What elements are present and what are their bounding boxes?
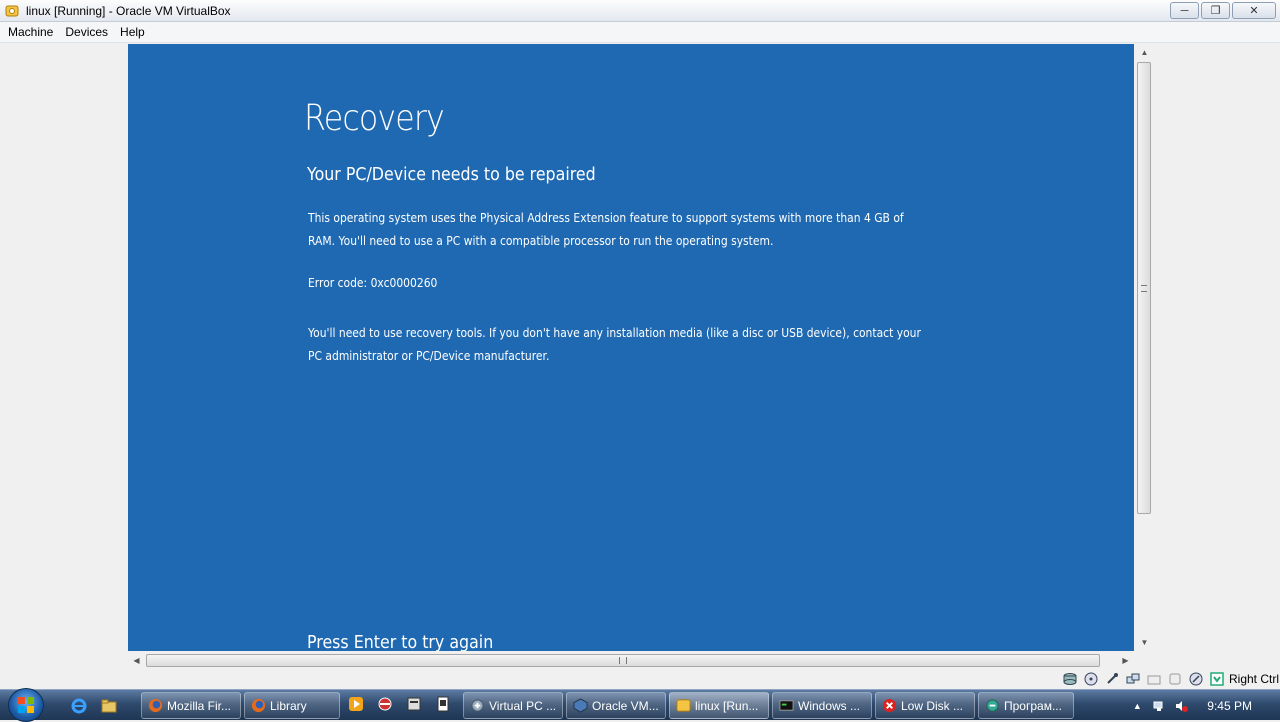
- firefox-icon: [147, 698, 163, 714]
- console-icon: [778, 698, 794, 714]
- task-label: Virtual PC ...: [489, 698, 557, 713]
- internet-explorer-icon[interactable]: [66, 694, 92, 717]
- grip-icon: [1141, 285, 1147, 292]
- system-tray: ▲ 9:45 PM: [1129, 690, 1280, 721]
- recovery-title: Recovery: [304, 98, 445, 139]
- show-hidden-icons-icon[interactable]: ▲: [1129, 698, 1145, 714]
- menu-devices[interactable]: Devices: [59, 22, 114, 43]
- task-label: Windows ...: [798, 698, 861, 713]
- task-label: Library: [270, 698, 307, 713]
- shared-folder-icon[interactable]: [1145, 670, 1163, 688]
- task-low-disk[interactable]: Low Disk ...: [875, 692, 975, 719]
- taskbar: Mozilla Fir... Library Virtual PC ... Or…: [0, 688, 1280, 722]
- window-title: linux [Running] - Oracle VM VirtualBox: [26, 3, 231, 18]
- task-virtual-pc[interactable]: Virtual PC ...: [463, 692, 563, 719]
- recovery-tools-message: You'll need to use recovery tools. If yo…: [308, 325, 921, 363]
- vm-screen[interactable]: Recovery Your PC/Device needs to be repa…: [128, 44, 1134, 651]
- app-window-icon[interactable]: [401, 692, 427, 715]
- scroll-up-icon[interactable]: ▲: [1136, 44, 1153, 61]
- clock[interactable]: 9:45 PM: [1207, 699, 1252, 713]
- start-button[interactable]: [8, 688, 44, 722]
- scroll-right-icon[interactable]: ▶: [1117, 652, 1134, 669]
- virtualbox-icon: [572, 698, 588, 714]
- minimize-button[interactable]: ─: [1170, 2, 1199, 19]
- task-oracle-vm[interactable]: Oracle VM...: [566, 692, 666, 719]
- restore-button[interactable]: ❐: [1201, 2, 1230, 19]
- grip-icon: [619, 657, 627, 664]
- press-enter-prompt: Press Enter to try again: [307, 632, 494, 651]
- host-key-label: Right Ctrl: [1228, 672, 1279, 686]
- close-button[interactable]: ✕: [1232, 2, 1276, 19]
- task-label: Oracle VM...: [592, 698, 659, 713]
- virtualbox-icon: [4, 3, 20, 19]
- app-notepad-icon[interactable]: [430, 692, 456, 715]
- scroll-left-icon[interactable]: ◀: [128, 652, 145, 669]
- capture-icon[interactable]: [1166, 670, 1184, 688]
- windows-logo-icon: [18, 697, 34, 713]
- vm-statusbar: Right Ctrl: [0, 669, 1280, 689]
- window-titlebar: linux [Running] - Oracle VM VirtualBox ─…: [0, 0, 1280, 22]
- task-library[interactable]: Library: [244, 692, 340, 719]
- host-key-icon[interactable]: [1208, 670, 1226, 688]
- media-player-icon[interactable]: [343, 692, 369, 715]
- hard-disk-icon[interactable]: [1061, 670, 1079, 688]
- menu-bar: Machine Devices Help: [0, 22, 1280, 43]
- scroll-down-icon[interactable]: ▼: [1136, 634, 1153, 651]
- task-label: Програм...: [1004, 698, 1062, 713]
- virtualbox-vm-icon: [675, 698, 691, 714]
- virtualpc-icon: [469, 698, 485, 714]
- task-mozilla-firefox[interactable]: Mozilla Fir...: [141, 692, 241, 719]
- network-icon[interactable]: [1124, 670, 1142, 688]
- volume-muted-icon[interactable]: [1173, 698, 1189, 714]
- horizontal-scrollbar[interactable]: ◀ ▶: [128, 652, 1134, 669]
- task-label: linux [Run...: [695, 698, 759, 713]
- task-programs[interactable]: Програм...: [978, 692, 1074, 719]
- task-label: Low Disk ...: [901, 698, 964, 713]
- vertical-scroll-thumb[interactable]: [1137, 62, 1151, 514]
- optical-drive-icon[interactable]: [1082, 670, 1100, 688]
- usb-icon[interactable]: [1103, 670, 1121, 688]
- horizontal-scroll-thumb[interactable]: [146, 654, 1100, 667]
- close-icon: ✕: [1249, 5, 1259, 17]
- recovery-subtitle: Your PC/Device needs to be repaired: [307, 164, 596, 185]
- menu-machine[interactable]: Machine: [2, 22, 59, 43]
- mouse-integration-icon[interactable]: [1187, 670, 1205, 688]
- restore-icon: ❐: [1210, 5, 1221, 17]
- explorer-folder-icon[interactable]: [96, 694, 122, 717]
- task-linux-running[interactable]: linux [Run...: [669, 692, 769, 719]
- error-icon: [881, 698, 897, 714]
- task-windows[interactable]: Windows ...: [772, 692, 872, 719]
- vertical-scrollbar[interactable]: ▲ ▼: [1136, 44, 1153, 651]
- network-tray-icon[interactable]: [1151, 698, 1167, 714]
- task-label: Mozilla Fir...: [167, 698, 232, 713]
- app-tool-icon[interactable]: [372, 692, 398, 715]
- minimize-icon: ─: [1180, 4, 1189, 17]
- error-code: Error code: 0xc0000260: [308, 275, 438, 290]
- menu-help[interactable]: Help: [114, 22, 151, 43]
- program-icon: [984, 698, 1000, 714]
- recovery-description: This operating system uses the Physical …: [308, 210, 904, 248]
- firefox-icon: [250, 698, 266, 714]
